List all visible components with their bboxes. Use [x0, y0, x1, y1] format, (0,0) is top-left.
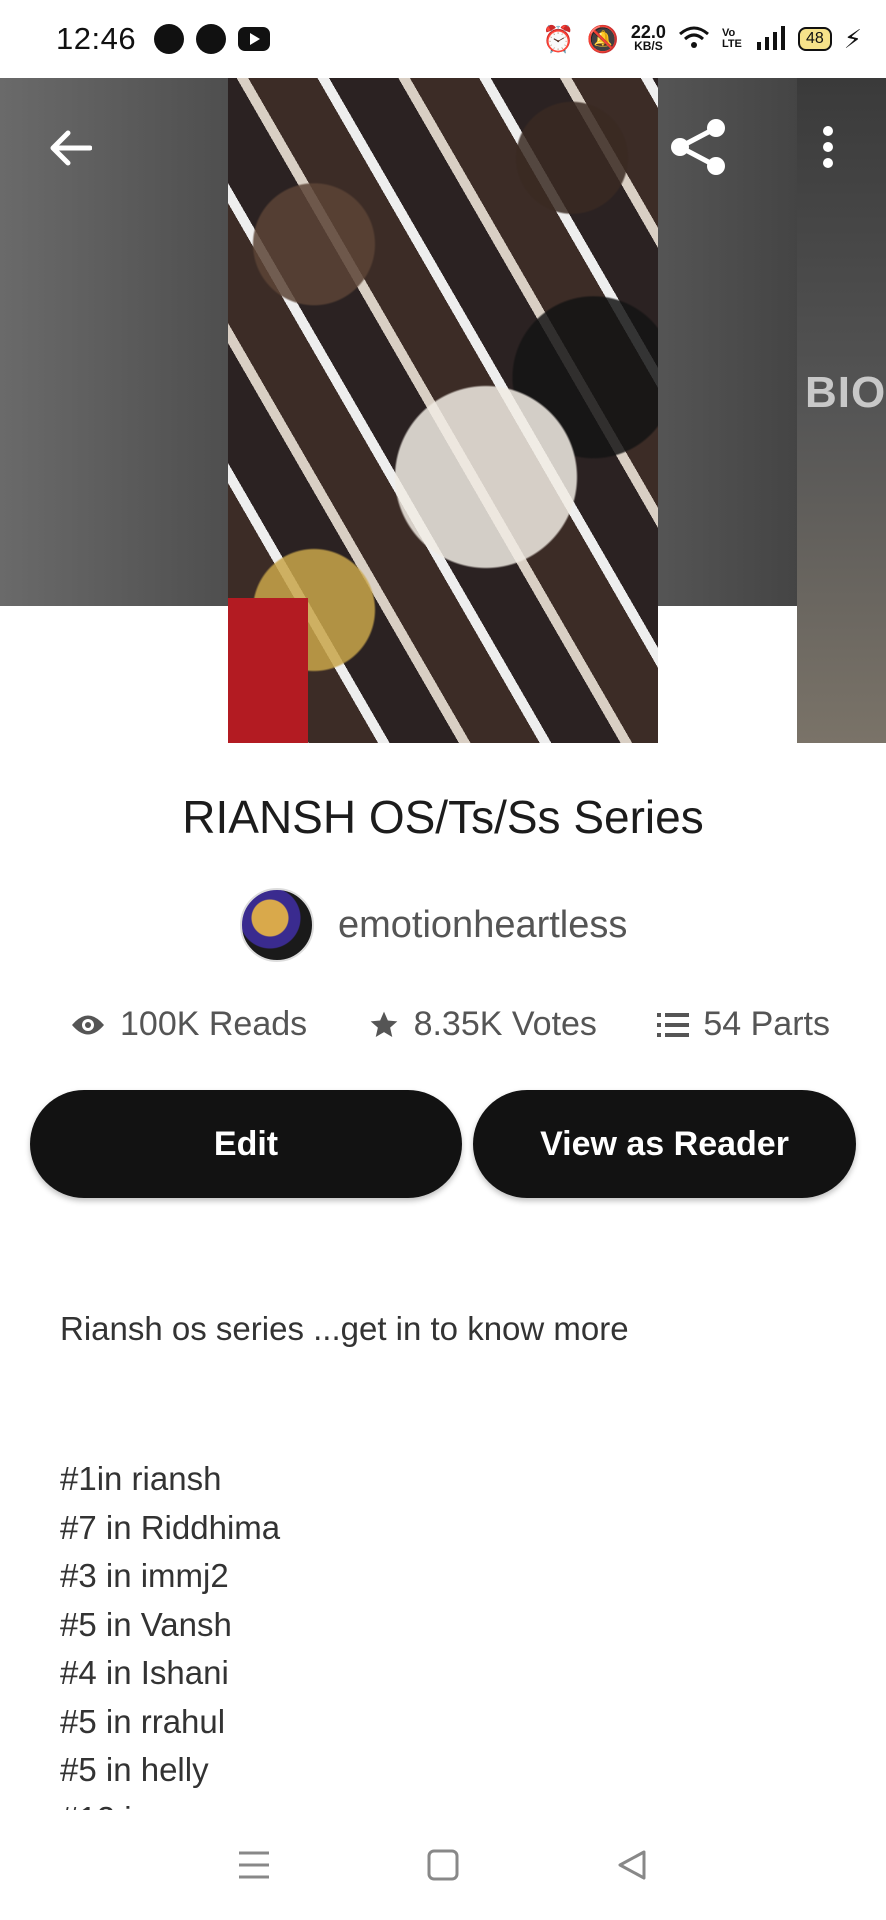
back-arrow-icon — [50, 130, 92, 166]
story-description: Riansh os series ...get in to know more — [60, 1310, 629, 1347]
notification-icons — [154, 24, 271, 54]
volte-icon: Vo LTE — [721, 27, 742, 50]
ranking-item: #5 in Vansh — [60, 1605, 232, 1643]
network-speed-value: 22.0 — [630, 22, 666, 42]
alarm-icon: ⏰ — [542, 24, 575, 54]
charging-icon: ⚡ — [843, 24, 862, 54]
network-speed-unit: KB/S — [634, 39, 663, 53]
author-row[interactable]: emotionheartless — [240, 888, 627, 962]
snapchat-icon — [196, 24, 227, 54]
system-navigation-bar — [0, 1810, 886, 1920]
author-name[interactable]: emotionheartless — [338, 904, 627, 947]
view-as-reader-button[interactable]: View as Reader — [473, 1090, 856, 1198]
story-header: BIO — [0, 78, 886, 743]
story-stats: 100K Reads 8.35K Votes 54 Parts — [70, 1005, 830, 1044]
more-options-button[interactable] — [800, 114, 856, 180]
parts-count[interactable]: 54 Parts — [703, 1005, 830, 1044]
reads-stat: 100K Reads — [70, 1005, 307, 1044]
edit-button[interactable]: Edit — [30, 1090, 462, 1198]
eye-icon — [72, 1015, 104, 1034]
cover-artwork-detail — [228, 598, 308, 743]
ranking-item: #12 in angre — [60, 1795, 840, 1811]
network-speed: 22.0 KB/S — [630, 22, 666, 53]
story-cover[interactable] — [228, 78, 658, 743]
votes-count: 8.35K Votes — [413, 1005, 597, 1043]
ranking-item: #1in riansh — [60, 1460, 222, 1497]
parts-stat[interactable]: 54 Parts — [657, 1005, 830, 1044]
votes-stat: 8.35K Votes — [368, 1005, 597, 1044]
menu-icon — [239, 1851, 270, 1879]
triangle-back-icon — [618, 1850, 646, 1880]
ranking-item: #3 in immj2 — [60, 1557, 229, 1594]
ranking-item: #5 in rrahul — [60, 1702, 226, 1740]
more-vertical-icon — [823, 126, 833, 168]
ranking-item: #7 in Riddhima — [60, 1508, 281, 1546]
status-bar: 12:46 ⏰ 🔕 22.0 KB/S Vo LTE 48 ⚡ — [0, 0, 886, 78]
recent-apps-button[interactable] — [224, 1835, 284, 1895]
story-title: RIANSH OS/Ts/Ss Series — [182, 791, 704, 843]
youtube-icon — [238, 27, 271, 51]
next-cover-text: BIO — [805, 368, 886, 417]
list-icon — [657, 1012, 690, 1037]
battery-indicator: 48 — [797, 27, 832, 51]
share-icon — [671, 119, 725, 175]
home-button[interactable] — [413, 1835, 473, 1895]
rankings-list: #1in riansh #7 in Riddhima #3 in immj2 #… — [60, 1455, 840, 1810]
system-back-button[interactable] — [602, 1835, 662, 1895]
star-icon — [370, 1011, 397, 1037]
ranking-item: #5 in helly — [60, 1751, 209, 1788]
status-right-group: ⏰ 🔕 22.0 KB/S Vo LTE 48 ⚡ — [542, 22, 862, 54]
square-icon — [427, 1849, 459, 1881]
ranking-item: #4 in Ishani — [60, 1654, 229, 1691]
status-time: 12:46 — [56, 21, 137, 56]
author-avatar[interactable] — [240, 888, 314, 962]
reads-count: 100K Reads — [120, 1005, 308, 1043]
whatsapp-icon — [154, 24, 185, 54]
back-button[interactable] — [38, 116, 102, 180]
signal-icon — [756, 25, 786, 53]
share-button[interactable] — [666, 114, 732, 180]
wifi-icon — [678, 25, 710, 54]
mute-icon: 🔕 — [586, 24, 619, 54]
